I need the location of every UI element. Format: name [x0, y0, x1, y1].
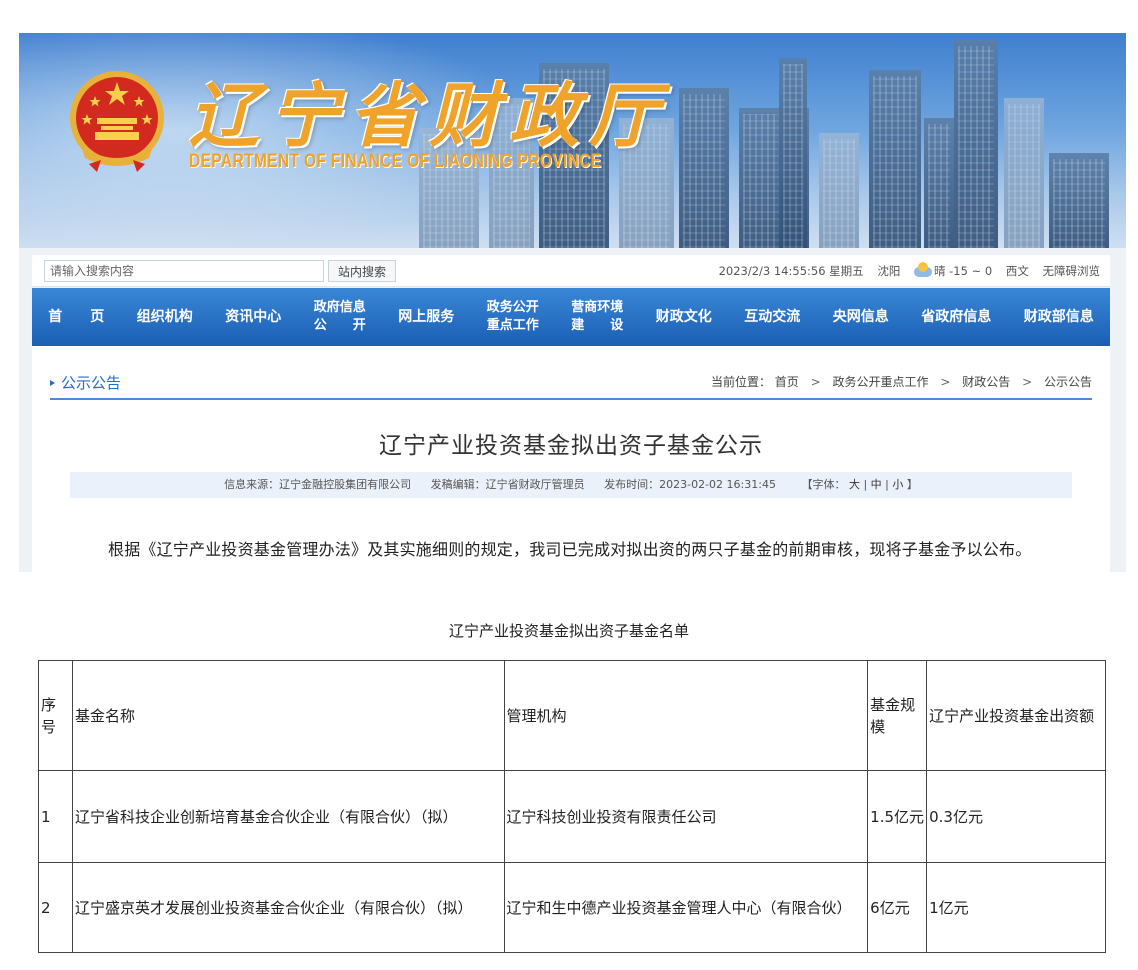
cell-scale: 6亿元	[867, 862, 928, 953]
search-button[interactable]: 站内搜索	[328, 260, 396, 282]
nav-item-ministry-info[interactable]: 财政部信息	[1008, 308, 1111, 326]
table-header-row: 序号 基金名称 管理机构 基金规模 辽宁产业投资基金出资额	[38, 660, 1106, 771]
header-amount: 辽宁产业投资基金出资额	[926, 660, 1106, 771]
chevron-right-icon: >	[810, 375, 821, 389]
header-index: 序号	[38, 660, 73, 771]
section-label: 公示公告	[50, 372, 121, 393]
chevron-right-icon: >	[1022, 375, 1033, 389]
nav-item-business-env[interactable]: 营商环境建 设	[555, 299, 640, 335]
table-row: 2 辽宁盛京英才发展创业投资基金合伙企业（有限合伙）（拟） 辽宁和生中德产业投资…	[38, 862, 1106, 953]
main-nav: 首 页 组织机构 资讯中心 政府信息公 开 网上服务 政务公开 重点工作 营商环境…	[32, 288, 1110, 346]
meta-source: 信息来源：辽宁金融控股集团有限公司	[224, 478, 412, 491]
cell-name: 辽宁盛京英才发展创业投资基金合伙企业（有限合伙）（拟）	[71, 862, 505, 953]
fund-table: 序号 基金名称 管理机构 基金规模 辽宁产业投资基金出资额 1 辽宁省科技企业创…	[38, 660, 1106, 953]
weather: 晴 -15 ~ 0	[913, 261, 992, 278]
font-medium-button[interactable]: 中	[871, 478, 882, 491]
nav-item-central-info[interactable]: 央网信息	[817, 308, 906, 326]
nav-item-online-service[interactable]: 网上服务	[382, 308, 471, 326]
font-small-button[interactable]: 小	[892, 478, 903, 491]
datetime: 2023/2/3 14:55:56 星期五	[718, 264, 864, 278]
font-large-button[interactable]: 大	[849, 478, 860, 491]
content-panel: 公示公告 当前位置： 首页 > 政务公开重点工作 > 财政公告 > 公示公告 辽…	[32, 346, 1110, 572]
header-banner: 辽宁省财政厅 DEPARTMENT OF FINANCE OF LIAONING…	[19, 33, 1126, 248]
search-input[interactable]	[44, 260, 324, 282]
cell-scale: 1.5亿元	[867, 770, 928, 863]
nav-item-organization[interactable]: 组织机构	[121, 308, 210, 326]
nav-item-province-info[interactable]: 省政府信息	[905, 308, 1008, 326]
traditional-link[interactable]: 西文	[1006, 264, 1029, 278]
breadcrumb-public-notice[interactable]: 公示公告	[1044, 375, 1092, 389]
nav-item-gov-info[interactable]: 政府信息公 开	[298, 299, 383, 335]
city: 沈阳	[877, 264, 901, 278]
nav-item-interaction[interactable]: 互动交流	[728, 308, 817, 326]
national-emblem-icon	[70, 71, 164, 172]
portal-screenshot: 辽宁省财政厅 DEPARTMENT OF FINANCE OF LIAONING…	[19, 33, 1126, 572]
nav-item-news[interactable]: 资讯中心	[209, 308, 298, 326]
header-scale: 基金规模	[867, 660, 928, 771]
intro-paragraph: 根据《辽宁产业投资基金管理办法》及其实施细则的规定，我司已完成对拟出资的两只子基…	[108, 540, 1032, 559]
triangle-bullet-icon	[50, 380, 55, 386]
nav-item-culture[interactable]: 财政文化	[640, 308, 729, 326]
nav-item-home[interactable]: 首 页	[32, 308, 121, 326]
status-strip: 2023/2/3 14:55:56 星期五 沈阳 晴 -15 ~ 0 西文 无障…	[709, 255, 1100, 287]
fund-list-title: 辽宁产业投资基金拟出资子基金名单	[448, 622, 689, 640]
breadcrumb-home[interactable]: 首页	[775, 375, 799, 389]
accessibility-link[interactable]: 无障碍浏览	[1043, 264, 1101, 278]
chevron-right-icon: >	[940, 375, 951, 389]
cell-index: 1	[38, 770, 73, 863]
header-name: 基金名称	[71, 660, 505, 771]
weather-cloud-icon	[913, 261, 932, 277]
nav-item-key-work[interactable]: 政务公开 重点工作	[471, 299, 556, 335]
header-manager: 管理机构	[503, 660, 869, 771]
cell-amount: 0.3亿元	[926, 770, 1106, 863]
font-size-control: 【字体： 大 | 中 | 小 】	[801, 478, 918, 491]
cell-amount: 1亿元	[926, 862, 1106, 953]
section-divider	[50, 398, 1092, 400]
cell-manager: 辽宁科技创业投资有限责任公司	[503, 770, 869, 863]
cell-name: 辽宁省科技企业创新培育基金合伙企业（有限合伙）（拟）	[71, 770, 505, 863]
site-title: 辽宁省财政厅	[189, 74, 669, 157]
cell-index: 2	[38, 862, 73, 953]
article-title: 辽宁产业投资基金拟出资子基金公示	[379, 433, 763, 459]
table-row: 1 辽宁省科技企业创新培育基金合伙企业（有限合伙）（拟） 辽宁科技创业投资有限责…	[38, 770, 1106, 863]
breadcrumb-finance-notice[interactable]: 财政公告	[962, 375, 1010, 389]
meta-editor: 发稿编辑：辽宁省财政厅管理员	[430, 478, 585, 491]
cell-manager: 辽宁和生中德产业投资基金管理人中心（有限合伙）	[503, 862, 869, 953]
article-meta: 信息来源：辽宁金融控股集团有限公司 发稿编辑：辽宁省财政厅管理员 发布时间：20…	[70, 472, 1072, 498]
search-bar: 站内搜索 2023/2/3 14:55:56 星期五 沈阳 晴 -15 ~ 0 …	[32, 255, 1110, 287]
meta-published: 发布时间：2023-02-02 16:31:45	[604, 478, 776, 491]
breadcrumb: 当前位置： 首页 > 政务公开重点工作 > 财政公告 > 公示公告	[710, 375, 1092, 389]
site-subtitle: DEPARTMENT OF FINANCE OF LIAONING PROVIN…	[189, 151, 602, 172]
breadcrumb-key-work[interactable]: 政务公开重点工作	[833, 375, 929, 389]
